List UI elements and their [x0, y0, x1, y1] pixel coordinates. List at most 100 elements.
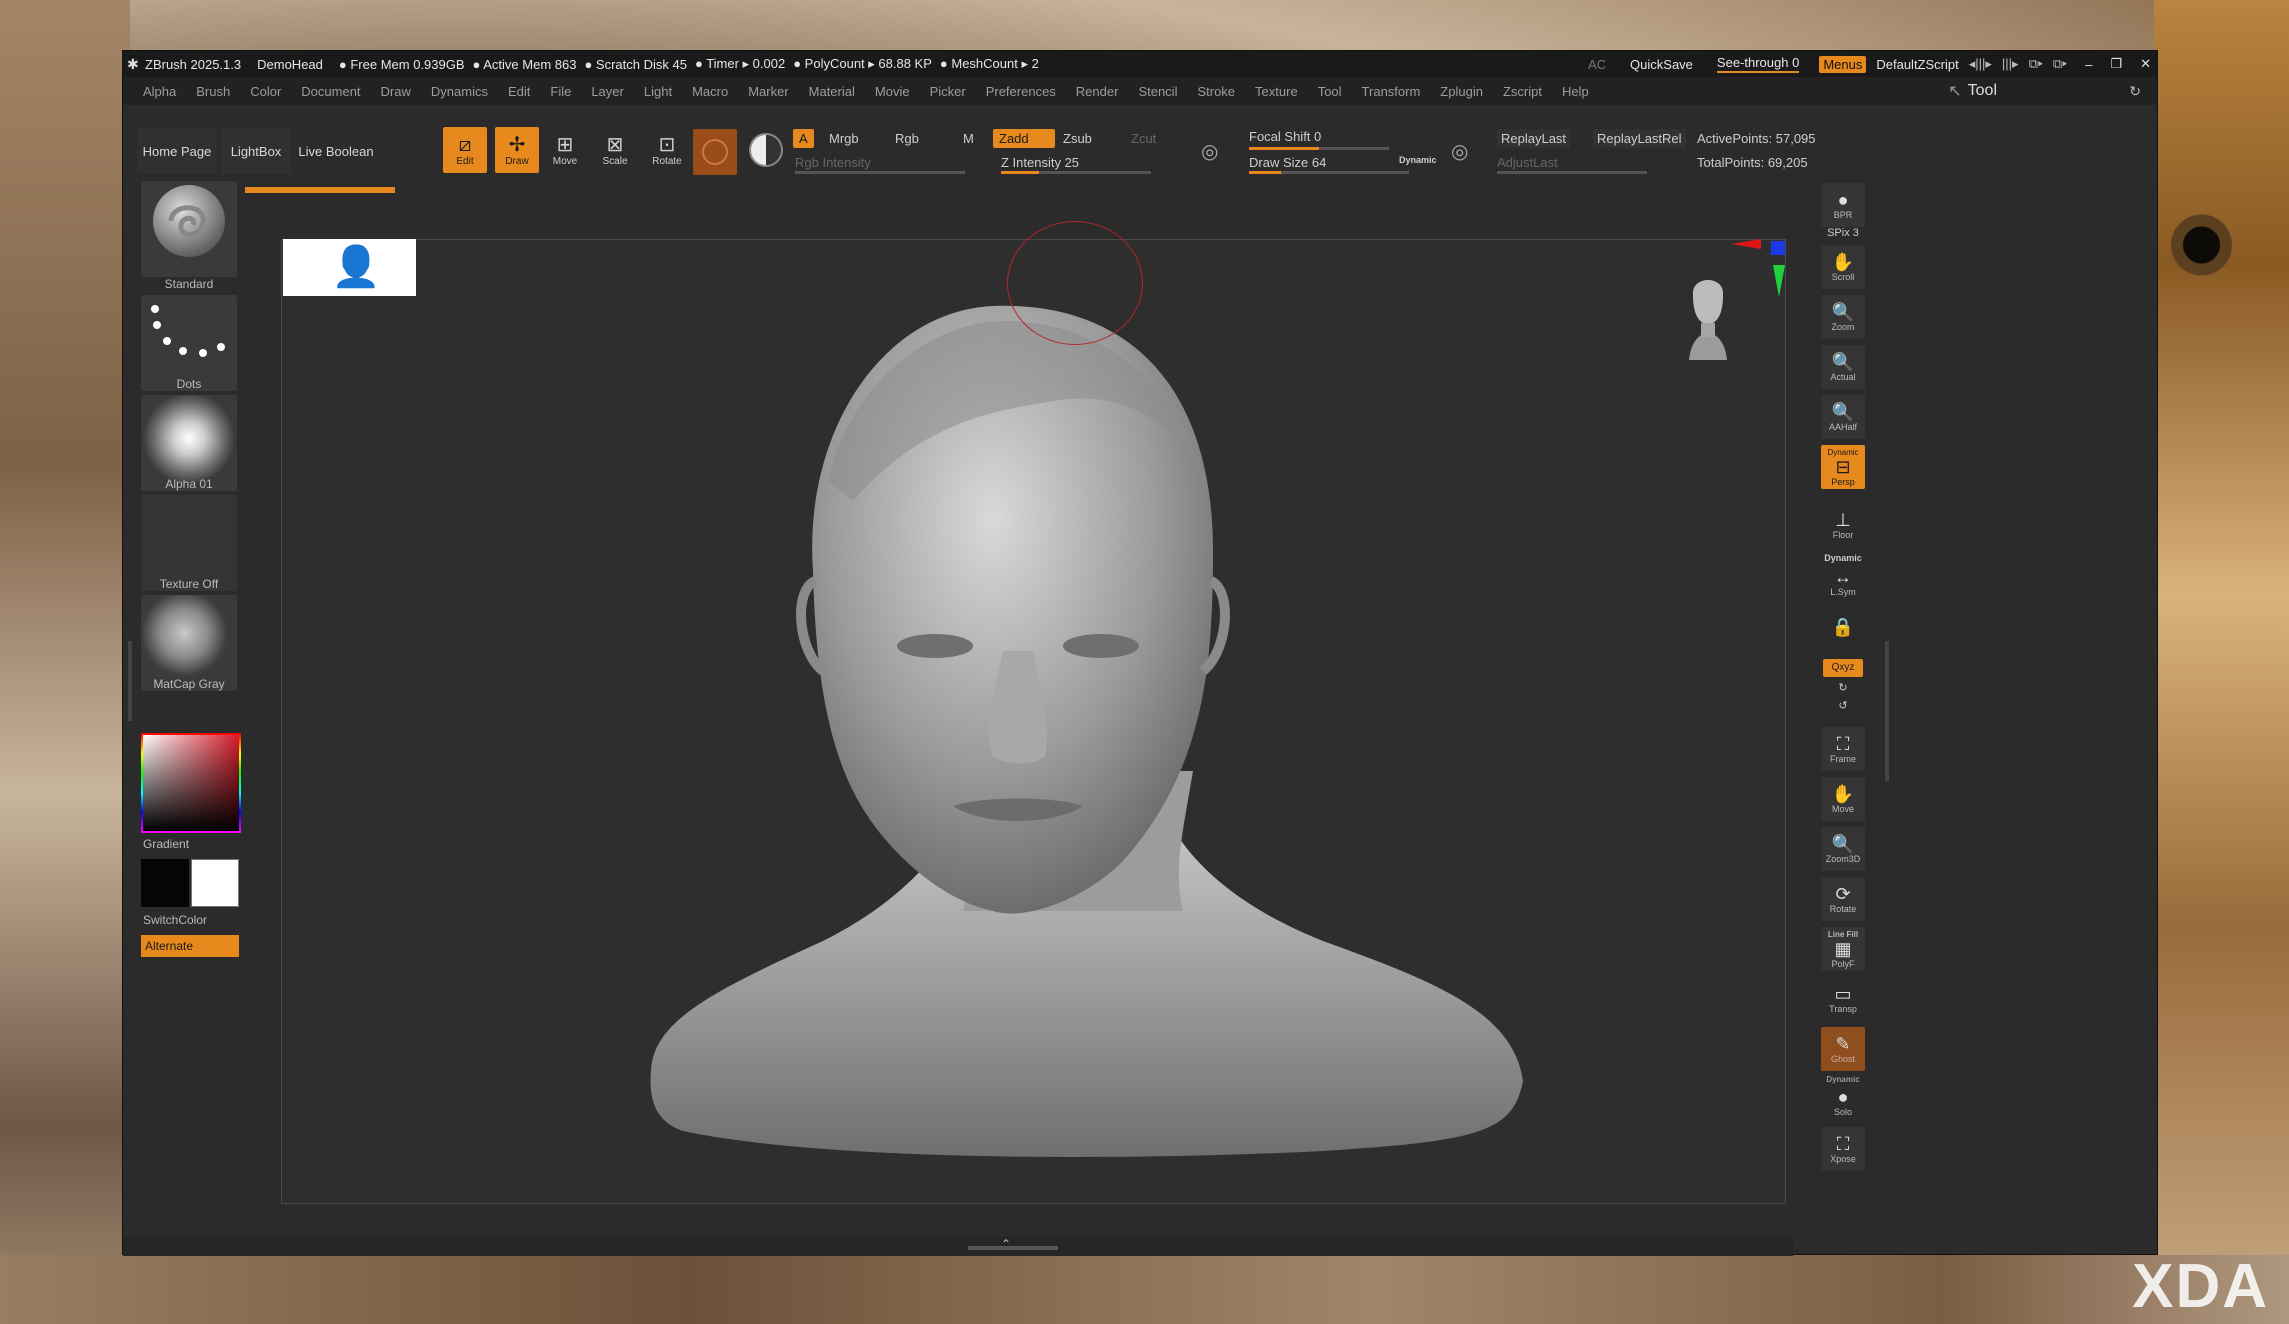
restore-icon[interactable]: ❐ [2110, 56, 2122, 72]
draw-size-slider[interactable]: Draw Size 64 [1249, 155, 1326, 170]
brush-standard-tile[interactable] [141, 181, 237, 277]
edit-mode-button[interactable]: ⧄ Edit [443, 127, 487, 173]
switchcolor-button[interactable]: SwitchColor [143, 913, 239, 927]
replay-last-rel-button[interactable]: ReplayLastRel [1593, 129, 1686, 148]
adjust-last-slider[interactable]: AdjustLast [1497, 155, 1558, 170]
z-intensity-slider[interactable]: Z Intensity 25 [1001, 155, 1079, 170]
right-panel-scrollbar[interactable] [1885, 641, 1889, 781]
minimize-icon[interactable]: – [2085, 57, 2092, 72]
menu-item[interactable]: Edit [508, 84, 530, 99]
sculpted-head-model[interactable] [523, 251, 1783, 1171]
default-zscript-button[interactable]: DefaultZScript [1876, 57, 1958, 72]
replay-last-button[interactable]: ReplayLast [1497, 129, 1571, 148]
m-toggle[interactable]: M [963, 131, 974, 146]
bpr-button[interactable]: ● BPR [1821, 183, 1865, 227]
draw-mode-button[interactable]: ✢ Draw [495, 127, 539, 173]
rotate-y-icon[interactable]: ↻ [1818, 681, 1868, 694]
menu-item[interactable]: Tool [1318, 84, 1342, 99]
zsub-toggle[interactable]: Zsub [1063, 131, 1092, 146]
lsym-button[interactable]: ↔ L.Sym [1821, 565, 1865, 599]
navigator-thumbnail[interactable]: 👤 [283, 239, 416, 296]
move-view-button[interactable]: ✋ Move [1821, 777, 1865, 821]
alternate-button[interactable]: Alternate [141, 935, 239, 957]
xpose-button[interactable]: ⛶ Xpose [1821, 1127, 1865, 1171]
floor-button[interactable]: ⊥ Floor [1821, 503, 1865, 547]
menu-item[interactable]: Color [250, 84, 281, 99]
layout-icon[interactable]: ◂|||▸ [1969, 56, 1992, 72]
scale-mode-button[interactable]: ⊠ Scale [593, 127, 637, 173]
rotate-z-icon[interactable]: ↺ [1818, 699, 1868, 712]
menu-item[interactable]: Document [301, 84, 360, 99]
close-icon[interactable]: ✕ [2140, 56, 2151, 72]
window-layout-icon[interactable]: ⧉▸ [2029, 56, 2043, 72]
menu-item[interactable]: Picker [930, 84, 966, 99]
window-layout2-icon[interactable]: ⧉▸ [2053, 56, 2067, 72]
axis-gizmo-x[interactable] [1731, 239, 1761, 249]
rgb-intensity-slider[interactable]: Rgb Intensity [795, 155, 871, 170]
rotate-mode-button[interactable]: ⊡ Rotate [645, 127, 689, 173]
solo-button[interactable]: ● Solo [1821, 1085, 1865, 1119]
transp-button[interactable]: ▭ Transp [1821, 977, 1865, 1021]
zoom3d-button[interactable]: 🔍 Zoom3D [1821, 827, 1865, 871]
menu-item[interactable]: Dynamics [431, 84, 488, 99]
actual-button[interactable]: 🔍 Actual [1821, 345, 1865, 389]
menu-item[interactable]: Layer [591, 84, 624, 99]
menu-item[interactable]: Zplugin [1440, 84, 1483, 99]
color-mode-toggle[interactable] [749, 133, 783, 167]
zadd-toggle[interactable]: Zadd [993, 129, 1055, 148]
menu-item[interactable]: Texture [1255, 84, 1298, 99]
a-toggle[interactable]: A [793, 129, 814, 148]
persp-button[interactable]: Dynamic ⊟ Persp [1821, 445, 1865, 489]
zcut-toggle[interactable]: Zcut [1131, 131, 1156, 146]
menu-item[interactable]: Help [1562, 84, 1589, 99]
menu-item[interactable]: Zscript [1503, 84, 1542, 99]
tool-panel-reset-icon[interactable]: ↻ [2129, 83, 2141, 100]
polyf-button[interactable]: Line Fill ▦ PolyF [1821, 927, 1865, 971]
menu-item[interactable]: Transform [1362, 84, 1421, 99]
menu-item[interactable]: Material [809, 84, 855, 99]
rotate-view-button[interactable]: ⟳ Rotate [1821, 877, 1865, 921]
chevron-up-icon[interactable]: ⌃ [1001, 1237, 1011, 1251]
focal-shift-slider[interactable]: Focal Shift 0 [1249, 129, 1321, 144]
layout2-icon[interactable]: |||▸ [2002, 56, 2019, 72]
mrgb-toggle[interactable]: Mrgb [829, 131, 859, 146]
axis-gizmo-z[interactable] [1771, 241, 1785, 255]
aahalf-button[interactable]: 🔍 AAHalf [1821, 395, 1865, 439]
menu-item[interactable]: Light [644, 84, 672, 99]
menus-toggle[interactable]: Menus [1819, 55, 1867, 73]
rgb-toggle[interactable]: Rgb [895, 131, 919, 146]
live-boolean-button[interactable]: Live Boolean [293, 128, 379, 174]
spix-slider[interactable]: SPix 3 [1818, 227, 1868, 239]
focal-shift-s-icon[interactable]: ◎ [1201, 139, 1218, 164]
menu-item[interactable]: Macro [692, 84, 728, 99]
ghost-button[interactable]: ✎ Ghost [1821, 1027, 1865, 1071]
menu-item[interactable]: Stroke [1197, 84, 1235, 99]
menu-item[interactable]: Preferences [986, 84, 1056, 99]
menu-item[interactable]: Movie [875, 84, 910, 99]
zoom-button[interactable]: 🔍 Zoom [1821, 295, 1865, 339]
move-mode-button[interactable]: ⊞ Move [543, 127, 587, 173]
home-page-button[interactable]: Home Page [137, 128, 217, 174]
lock-button[interactable]: 🔒 [1821, 605, 1865, 649]
material-swatch[interactable] [693, 129, 737, 175]
quicksave-button[interactable]: QuickSave [1630, 57, 1693, 72]
menu-item[interactable]: Marker [748, 84, 788, 99]
left-panel-scrollbar[interactable] [128, 641, 132, 721]
xyz-toggle[interactable]: Qxyz [1823, 659, 1863, 677]
lightbox-button[interactable]: LightBox [221, 128, 291, 174]
color-picker[interactable] [141, 733, 241, 833]
see-through-slider[interactable]: See-through 0 [1716, 55, 1800, 73]
secondary-color-swatch[interactable] [191, 859, 239, 907]
frame-button[interactable]: ⛶ Frame [1821, 727, 1865, 771]
menu-item[interactable]: File [550, 84, 571, 99]
main-color-swatch[interactable] [141, 859, 189, 907]
bottom-shelf-handle[interactable] [968, 1246, 1058, 1250]
axis-gizmo-y[interactable] [1773, 265, 1785, 297]
tool-panel-tab[interactable]: ↖ Tool [1948, 77, 1997, 105]
menu-item[interactable]: Stencil [1138, 84, 1177, 99]
scroll-button[interactable]: ✋ Scroll [1821, 245, 1865, 289]
menu-item[interactable]: Draw [381, 84, 411, 99]
lazy-d-icon[interactable]: ◎ [1451, 139, 1468, 164]
menu-item[interactable]: Alpha [143, 84, 176, 99]
navigation-head-icon[interactable] [1683, 265, 1733, 365]
